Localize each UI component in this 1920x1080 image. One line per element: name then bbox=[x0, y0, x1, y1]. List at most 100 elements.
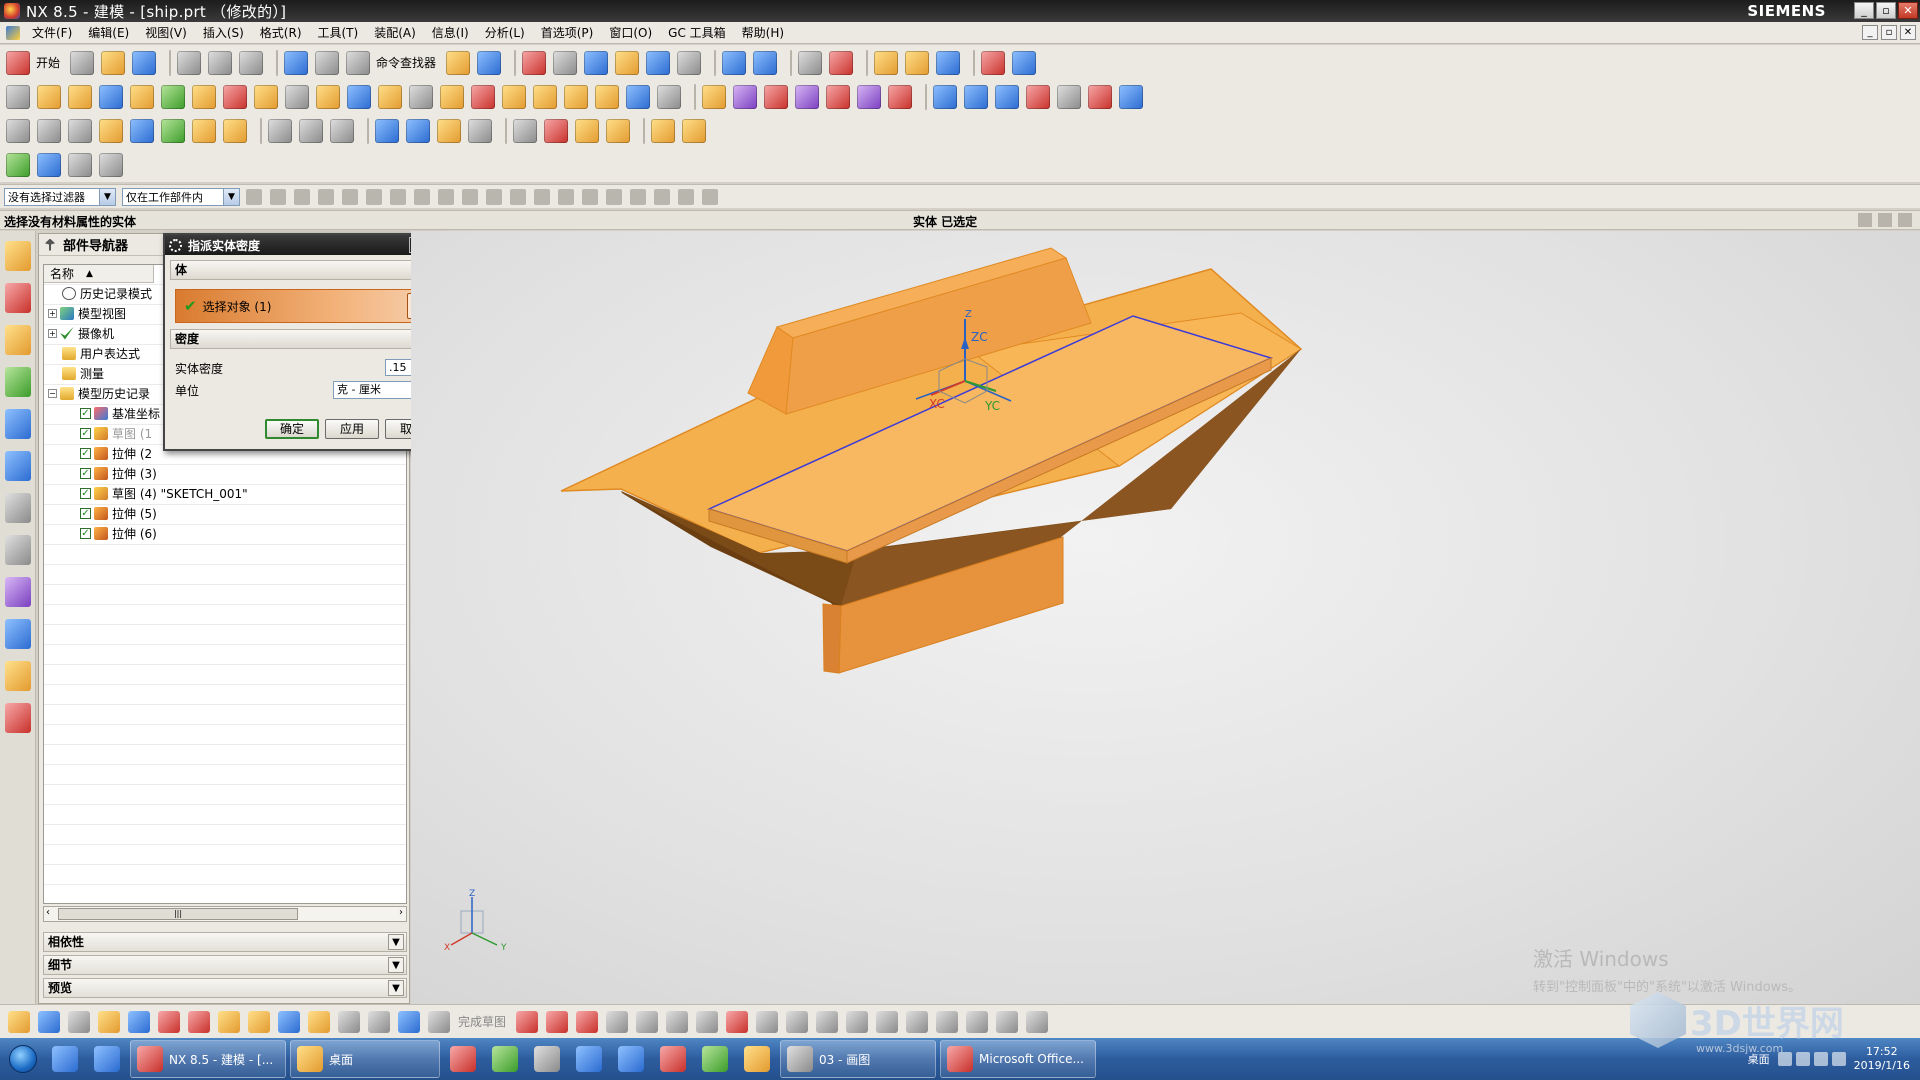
existing-point-snap-icon[interactable] bbox=[630, 188, 646, 205]
show-hide-icon[interactable] bbox=[874, 50, 899, 75]
copy-icon[interactable] bbox=[208, 50, 233, 75]
quadrant-snap-icon[interactable] bbox=[606, 188, 622, 205]
document-icon[interactable] bbox=[6, 25, 20, 40]
hole-icon[interactable] bbox=[99, 84, 123, 109]
solid-icon[interactable] bbox=[438, 188, 454, 205]
fullscreen-icon[interactable] bbox=[1878, 213, 1892, 227]
slot-icon[interactable] bbox=[223, 84, 247, 109]
swept-icon[interactable] bbox=[995, 84, 1019, 109]
view-sketch-icon[interactable] bbox=[38, 1010, 60, 1033]
wireframe-icon[interactable] bbox=[414, 188, 430, 205]
finish-sketch-label[interactable]: 完成草图 bbox=[458, 1013, 506, 1030]
ok-button[interactable]: 确定 bbox=[265, 419, 319, 439]
redo-icon[interactable] bbox=[315, 50, 340, 75]
expand-icon[interactable]: + bbox=[48, 328, 57, 338]
pattern-feature-icon[interactable] bbox=[764, 84, 788, 109]
mirror-curve-icon[interactable] bbox=[158, 1010, 180, 1033]
collapse-icon[interactable]: − bbox=[48, 388, 57, 398]
alternate-solution-icon[interactable] bbox=[996, 1010, 1019, 1033]
assembly-navigator-icon[interactable] bbox=[37, 152, 61, 177]
select-object-field[interactable]: ✔ 选择对象 (1) bbox=[175, 289, 439, 323]
section-view-icon[interactable] bbox=[615, 50, 640, 75]
taskbar-item-paint[interactable]: 03 - 画图 bbox=[780, 1040, 936, 1078]
copy-face-icon[interactable] bbox=[192, 118, 216, 143]
panel-details[interactable]: 细节 ▼ bbox=[43, 955, 407, 975]
menu-assembly[interactable]: 装配(A) bbox=[366, 24, 424, 41]
keel-side-face[interactable] bbox=[822, 603, 842, 674]
add-component-icon[interactable] bbox=[682, 118, 706, 143]
quicklaunch-nx[interactable] bbox=[444, 1040, 482, 1078]
point-on-curve-snap-icon[interactable] bbox=[654, 188, 670, 205]
sketch-relations-icon[interactable] bbox=[1026, 1010, 1049, 1033]
doc-minimize-button[interactable]: _ bbox=[1862, 25, 1878, 40]
extrude-icon[interactable] bbox=[37, 84, 61, 109]
linear-dimension-icon[interactable] bbox=[375, 118, 399, 143]
radial-dimension-icon[interactable] bbox=[437, 118, 461, 143]
pattern-curve-icon[interactable] bbox=[218, 1010, 240, 1033]
thicken-icon[interactable] bbox=[733, 84, 757, 109]
move-to-layer-icon[interactable] bbox=[829, 50, 854, 75]
visibility-checkbox[interactable]: ✓ bbox=[80, 427, 91, 439]
arc-center-snap-icon[interactable] bbox=[582, 188, 598, 205]
cut-icon[interactable] bbox=[177, 50, 202, 75]
selection-icon[interactable] bbox=[477, 50, 502, 75]
doc-restore-button[interactable]: ▫ bbox=[1881, 25, 1897, 40]
arc-icon[interactable] bbox=[576, 1010, 599, 1033]
nx-app-icon[interactable] bbox=[4, 3, 20, 19]
quicklaunch-outlook[interactable] bbox=[738, 1040, 776, 1078]
feature-row[interactable]: ✓ 拉伸 (5) bbox=[44, 503, 406, 523]
scale-body-icon[interactable] bbox=[888, 84, 912, 109]
reuse-library-tab[interactable] bbox=[5, 367, 31, 397]
status-toggle-icon[interactable] bbox=[1858, 213, 1872, 227]
gear-icon[interactable] bbox=[169, 238, 182, 252]
ship-model[interactable] bbox=[411, 231, 1920, 1004]
menu-edit[interactable]: 编辑(E) bbox=[80, 24, 137, 41]
constraint-navigator-tab[interactable] bbox=[5, 283, 31, 313]
group-face-icon[interactable] bbox=[468, 118, 492, 143]
selection-intent-icon[interactable] bbox=[270, 188, 286, 205]
command-finder-button[interactable]: 命令查找器 bbox=[346, 50, 436, 75]
pad-icon[interactable] bbox=[192, 84, 216, 109]
through-mesh-icon[interactable] bbox=[964, 84, 988, 109]
section-density[interactable]: 密度 ▲ bbox=[170, 329, 442, 349]
endpoint-snap-icon[interactable] bbox=[486, 188, 502, 205]
sketch-task-icon[interactable] bbox=[8, 1010, 30, 1033]
edit-object-display-icon[interactable] bbox=[936, 50, 961, 75]
graphics-window[interactable]: Z ZC YC XC Z X Y 激活 Windows 转到"控制面板"中的"系… bbox=[411, 231, 1920, 1004]
taskbar-item-nx[interactable]: NX 8.5 - 建模 - [... bbox=[130, 1040, 286, 1078]
extract-geometry-icon[interactable] bbox=[826, 84, 850, 109]
menu-help[interactable]: 帮助(H) bbox=[734, 24, 792, 41]
panel-preview[interactable]: 预览 ▼ bbox=[43, 978, 407, 998]
block-icon[interactable] bbox=[316, 84, 340, 109]
process-studio-tab[interactable] bbox=[5, 535, 31, 565]
sketch-icon[interactable] bbox=[6, 84, 30, 109]
quicklaunch-excel[interactable] bbox=[696, 1040, 734, 1078]
apply-button[interactable]: 应用 bbox=[325, 419, 379, 439]
pull-face-icon[interactable] bbox=[37, 118, 61, 143]
paste-icon[interactable] bbox=[239, 50, 264, 75]
quicklaunch-eraser[interactable] bbox=[570, 1040, 608, 1078]
menu-preferences[interactable]: 首选项(P) bbox=[533, 24, 602, 41]
n-sided-surface-icon[interactable] bbox=[1026, 84, 1050, 109]
bounded-grid-icon[interactable] bbox=[702, 188, 718, 205]
menu-file[interactable]: 文件(F) bbox=[24, 24, 80, 41]
tray-flag-icon[interactable] bbox=[1795, 1052, 1810, 1066]
scrollbar-thumb[interactable]: ||| bbox=[58, 908, 298, 920]
taskbar-item-desktop[interactable]: 桌面 bbox=[290, 1040, 440, 1078]
show-all-constraints-icon[interactable] bbox=[936, 1010, 959, 1033]
snap-icon[interactable] bbox=[246, 188, 262, 205]
menu-gc-toolkit[interactable]: GC 工具箱 bbox=[660, 24, 734, 41]
quicklaunch-plus[interactable] bbox=[486, 1040, 524, 1078]
point-snap-icon[interactable] bbox=[462, 188, 478, 205]
midpoint-snap-icon[interactable] bbox=[510, 188, 526, 205]
shell-icon[interactable] bbox=[595, 84, 619, 109]
pin-icon[interactable] bbox=[45, 238, 55, 251]
offset-curve-icon[interactable] bbox=[188, 1010, 210, 1033]
studio-spline-icon[interactable] bbox=[786, 1010, 809, 1033]
revolve-icon[interactable] bbox=[68, 84, 92, 109]
feature-selection-icon[interactable] bbox=[294, 188, 310, 205]
cone-icon[interactable] bbox=[378, 84, 402, 109]
quicklaunch-explorer[interactable] bbox=[46, 1040, 84, 1078]
close-button[interactable]: ✕ bbox=[1898, 2, 1918, 19]
check-mate-icon[interactable] bbox=[6, 152, 30, 177]
